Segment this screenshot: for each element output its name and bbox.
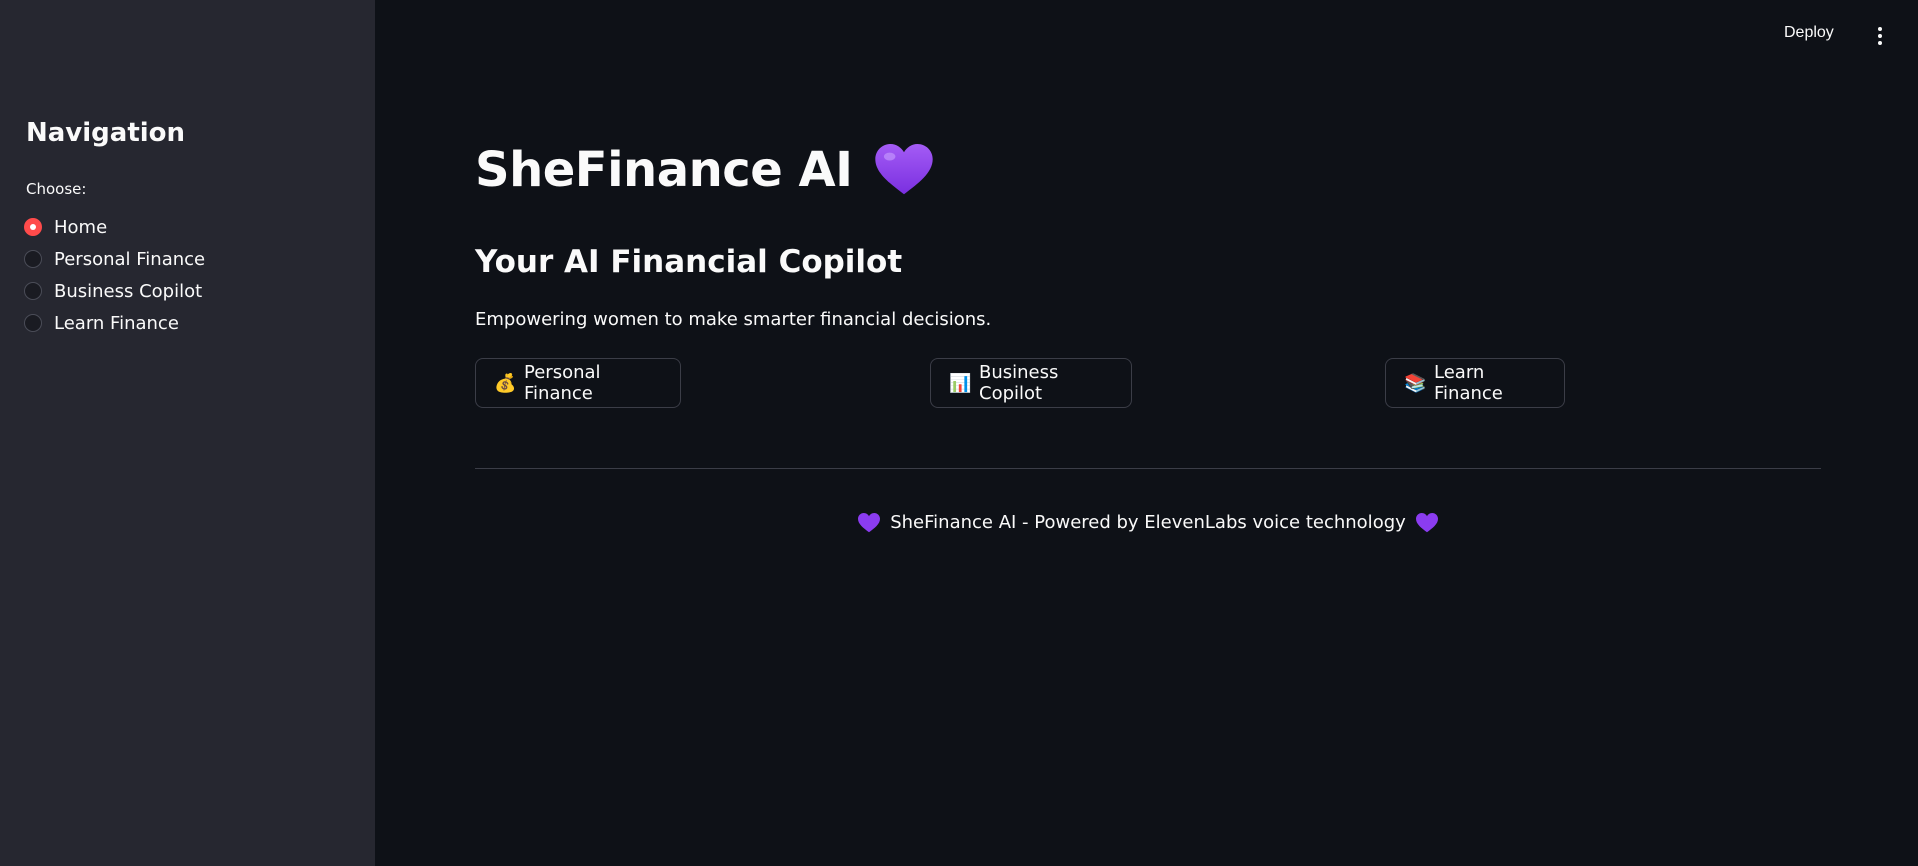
learn-finance-button[interactable]: 📚 Learn Finance [1385,358,1565,408]
radio-button-icon[interactable] [24,282,42,300]
vertical-dots-icon[interactable] [1876,26,1884,46]
radio-button-icon[interactable] [24,314,42,332]
button-label: Personal Finance [524,362,601,404]
radio-option-label: Business Copilot [54,280,203,302]
page-subtitle: Your AI Financial Copilot [475,244,903,280]
radio-option-personal-finance[interactable]: Personal Finance [24,243,205,275]
bar-chart-icon: 📊 [949,373,972,394]
radio-option-learn-finance[interactable]: Learn Finance [24,307,205,339]
tagline-text: Empowering women to make smarter financi… [475,309,992,330]
radio-option-label: Learn Finance [54,312,179,334]
button-label: Business Copilot [979,362,1059,404]
page-title: SheFinance AI [475,142,933,198]
radio-option-home[interactable]: Home [24,211,205,243]
radio-group-label: Choose: [26,180,87,198]
divider [475,468,1821,469]
business-copilot-button[interactable]: 📊 Business Copilot [930,358,1132,408]
page-title-text: SheFinance AI [475,142,853,198]
money-bag-icon: 💰 [494,373,517,394]
purple-heart-icon [874,144,933,195]
personal-finance-button[interactable]: 💰 Personal Finance [475,358,681,408]
radio-option-business-copilot[interactable]: Business Copilot [24,275,205,307]
purple-heart-icon [1415,512,1438,532]
navigation-radio-group: Home Personal Finance Business Copilot L… [24,211,205,339]
sidebar-title: Navigation [26,118,186,148]
radio-button-icon[interactable] [24,218,42,236]
app-root: Navigation Choose: Home Personal Finance… [0,0,1918,866]
deploy-button[interactable]: Deploy [1784,24,1834,42]
button-label: Learn Finance [1434,362,1503,404]
footer: SheFinance AI - Powered by ElevenLabs vo… [475,512,1821,533]
radio-option-label: Personal Finance [54,248,206,270]
radio-button-icon[interactable] [24,250,42,268]
books-icon: 📚 [1404,373,1427,394]
purple-heart-icon [858,512,881,532]
sidebar: Navigation Choose: Home Personal Finance… [0,0,375,866]
footer-text: SheFinance AI - Powered by ElevenLabs vo… [890,512,1406,533]
radio-option-label: Home [54,216,108,238]
